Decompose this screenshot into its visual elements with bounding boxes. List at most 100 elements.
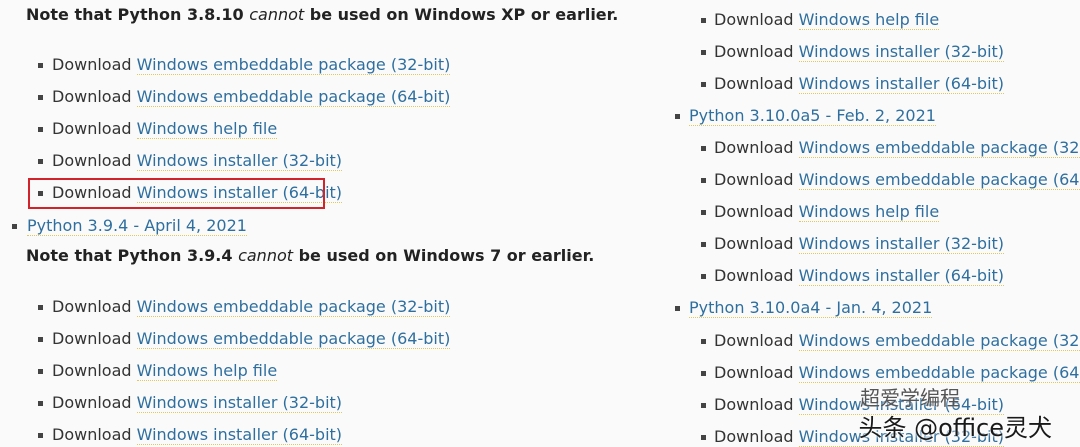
- bullet-icon: [701, 18, 706, 23]
- watermark-bottom: 头条 @office灵犬: [858, 414, 1052, 442]
- download-label: Download: [52, 87, 132, 106]
- download-item: Download Windows installer (64-bit): [701, 264, 1005, 288]
- bullet-icon: [38, 63, 43, 68]
- download-link[interactable]: Windows help file: [798, 10, 940, 30]
- download-link[interactable]: Windows embeddable package (32-bit): [798, 331, 1080, 351]
- download-item: Download Windows embeddable package (64-…: [701, 168, 1080, 192]
- download-link[interactable]: Windows installer (32-bit): [136, 151, 343, 171]
- bullet-icon: [38, 95, 43, 100]
- download-link[interactable]: Windows installer (32-bit): [798, 42, 1005, 62]
- bullet-icon: [701, 82, 706, 87]
- note-emphasis: cannot: [238, 246, 294, 265]
- download-item: Download Windows embeddable package (64-…: [38, 327, 451, 351]
- download-label: Download: [52, 151, 132, 170]
- download-link[interactable]: Windows installer (32-bit): [136, 393, 343, 413]
- download-item: Download Windows help file: [701, 8, 940, 32]
- download-link[interactable]: Windows installer (64-bit): [798, 74, 1005, 94]
- download-label: Download: [714, 234, 794, 253]
- download-label: Download: [52, 119, 132, 138]
- release-item: Python 3.10.0a5 - Feb. 2, 2021: [675, 104, 936, 128]
- note-python-3-8-10: Note that Python 3.8.10 cannot be used o…: [26, 5, 618, 24]
- download-item: Download Windows embeddable package (32-…: [701, 136, 1080, 160]
- bullet-icon: [701, 146, 706, 151]
- download-link[interactable]: Windows embeddable package (64-bit): [798, 170, 1080, 190]
- note-python-3-9-4: Note that Python 3.9.4 cannot be used on…: [26, 246, 594, 265]
- download-label: Download: [714, 138, 794, 157]
- download-label: Download: [52, 393, 132, 412]
- download-link[interactable]: Windows installer (64-bit): [136, 425, 343, 445]
- bullet-icon: [38, 159, 43, 164]
- bullet-icon: [675, 306, 680, 311]
- right-column: Download Windows help file Download Wind…: [660, 0, 1080, 447]
- download-link[interactable]: Windows embeddable package (32-bit): [136, 297, 451, 317]
- download-label: Download: [714, 10, 794, 29]
- bullet-icon: [701, 274, 706, 279]
- download-item: Download Windows help file: [701, 200, 940, 224]
- download-link[interactable]: Windows installer (32-bit): [798, 234, 1005, 254]
- download-label: Download: [52, 361, 132, 380]
- download-label: Download: [52, 297, 132, 316]
- download-link[interactable]: Windows embeddable package (64-bit): [798, 363, 1080, 383]
- release-item: Python 3.9.4 - April 4, 2021: [12, 214, 247, 238]
- download-item: Download Windows installer (64-bit): [38, 423, 343, 447]
- bullet-icon: [38, 401, 43, 406]
- left-column: Note that Python 3.8.10 cannot be used o…: [0, 0, 618, 447]
- download-item: Download Windows help file: [38, 359, 278, 383]
- bullet-icon: [38, 337, 43, 342]
- download-label: Download: [52, 425, 132, 444]
- download-label: Download: [52, 55, 132, 74]
- download-link[interactable]: Windows embeddable package (64-bit): [136, 87, 451, 107]
- bullet-icon: [701, 403, 706, 408]
- bullet-icon: [701, 210, 706, 215]
- download-item: Download Windows installer (32-bit): [701, 40, 1005, 64]
- download-item: Download Windows help file: [38, 117, 278, 141]
- bullet-icon: [12, 224, 17, 229]
- download-label: Download: [52, 329, 132, 348]
- download-label: Download: [714, 331, 794, 350]
- release-item: Python 3.10.0a4 - Jan. 4, 2021: [675, 296, 933, 320]
- download-item: Download Windows installer (32-bit): [38, 391, 343, 415]
- download-item: Download Windows embeddable package (32-…: [38, 53, 451, 77]
- download-label: Download: [714, 266, 794, 285]
- highlight-box: [28, 178, 325, 209]
- download-label: Download: [714, 170, 794, 189]
- download-label: Download: [714, 395, 794, 414]
- download-item: Download Windows installer (64-bit): [701, 72, 1005, 96]
- download-link[interactable]: Windows embeddable package (32-bit): [798, 138, 1080, 158]
- bullet-icon: [701, 371, 706, 376]
- download-label: Download: [714, 427, 794, 446]
- download-link[interactable]: Windows help file: [798, 202, 940, 222]
- download-item: Download Windows installer (32-bit): [701, 232, 1005, 256]
- download-link[interactable]: Windows embeddable package (32-bit): [136, 55, 451, 75]
- note-text: Note that Python 3.9.4: [26, 246, 239, 265]
- release-link[interactable]: Python 3.9.4 - April 4, 2021: [27, 216, 247, 236]
- download-item: Download Windows embeddable package (32-…: [701, 329, 1080, 353]
- watermark-top: 超爱学编程: [860, 386, 960, 410]
- bullet-icon: [38, 305, 43, 310]
- bullet-icon: [701, 435, 706, 440]
- release-link[interactable]: Python 3.10.0a5 - Feb. 2, 2021: [689, 106, 936, 126]
- download-label: Download: [714, 74, 794, 93]
- bullet-icon: [38, 433, 43, 438]
- download-item: Download Windows embeddable package (64-…: [38, 85, 451, 109]
- release-link[interactable]: Python 3.10.0a4 - Jan. 4, 2021: [689, 298, 933, 318]
- bullet-icon: [701, 242, 706, 247]
- download-label: Download: [714, 202, 794, 221]
- bullet-icon: [701, 339, 706, 344]
- note-text: be used on Windows XP or earlier.: [304, 5, 619, 24]
- note-text: Note that Python 3.8.10: [26, 5, 250, 24]
- download-item: Download Windows installer (32-bit): [38, 149, 343, 173]
- bullet-icon: [38, 369, 43, 374]
- download-label: Download: [714, 42, 794, 61]
- bullet-icon: [38, 127, 43, 132]
- note-emphasis: cannot: [249, 5, 305, 24]
- download-item: Download Windows embeddable package (32-…: [38, 295, 451, 319]
- download-link[interactable]: Windows installer (64-bit): [798, 266, 1005, 286]
- download-link[interactable]: Windows embeddable package (64-bit): [136, 329, 451, 349]
- bullet-icon: [701, 178, 706, 183]
- download-link[interactable]: Windows help file: [136, 119, 278, 139]
- bullet-icon: [701, 50, 706, 55]
- download-link[interactable]: Windows help file: [136, 361, 278, 381]
- download-label: Download: [714, 363, 794, 382]
- note-text: be used on Windows 7 or earlier.: [293, 246, 595, 265]
